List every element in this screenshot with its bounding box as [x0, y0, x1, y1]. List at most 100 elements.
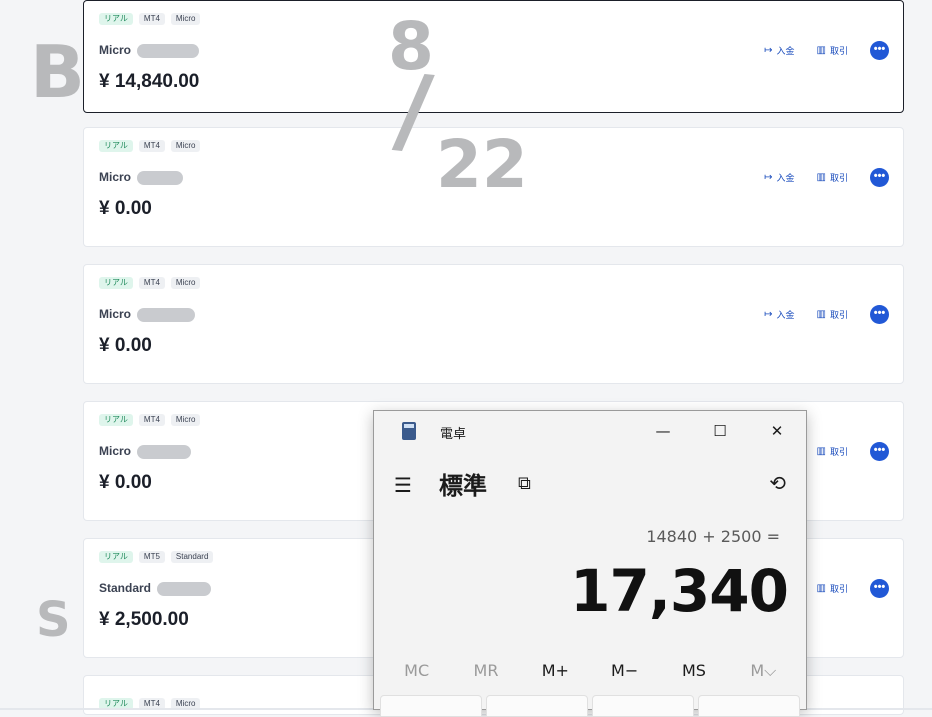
title-bar[interactable]: 電卓 — ☐ ✕	[374, 411, 806, 451]
trade-label: 取引	[829, 46, 848, 56]
trade-button[interactable]: ▥ 取引	[817, 171, 848, 184]
trade-label: 取引	[829, 173, 848, 183]
account-tags: リアル MT5 Standard	[99, 551, 214, 563]
tag-real: リアル	[99, 414, 133, 426]
account-name-label: Micro	[99, 170, 132, 184]
memory-subtract-button[interactable]: M−	[595, 661, 655, 681]
tag-type: Micro	[170, 13, 201, 25]
deposit-icon: ↦	[764, 45, 773, 56]
account-name: Micro	[99, 43, 200, 58]
account-name: Standard	[99, 581, 212, 596]
trade-label: 取引	[829, 584, 848, 594]
tag-type: Micro	[170, 414, 201, 426]
tag-platform: MT5	[138, 551, 165, 563]
trade-button[interactable]: ▥ 取引	[817, 445, 848, 458]
scribble-s: S	[36, 592, 71, 648]
trade-button[interactable]: ▥ 取引	[817, 44, 848, 57]
trade-label: 取引	[829, 310, 848, 320]
account-tags: リアル MT4 Micro	[99, 277, 201, 289]
account-card-2[interactable]: リアル MT4 Micro Micro ¥ 0.00 ↦ 入金 ▥ 取引 •••	[83, 127, 904, 247]
tag-type: Micro	[170, 140, 201, 152]
keypad	[380, 695, 800, 717]
trade-button[interactable]: ▥ 取引	[817, 582, 848, 595]
account-name-label: Micro	[99, 43, 132, 57]
minimize-button[interactable]: —	[648, 419, 678, 443]
account-card-3[interactable]: リアル MT4 Micro Micro ¥ 0.00 ↦ 入金 ▥ 取引 •••	[83, 264, 904, 384]
deposit-button[interactable]: ↦ 入金	[764, 44, 794, 57]
tag-type: Standard	[170, 551, 214, 563]
scribble-b: B	[30, 30, 85, 114]
mode-title: 標準	[439, 472, 487, 500]
more-options-button[interactable]: •••	[870, 579, 889, 598]
hamburger-menu-icon[interactable]: ☰	[394, 473, 412, 497]
deposit-icon: ↦	[764, 172, 773, 183]
bar-chart-icon: ▥	[816, 172, 826, 183]
account-actions: ▥ 取引 •••	[817, 579, 889, 598]
calculator-window[interactable]: 電卓 — ☐ ✕ ☰ 標準 ⧉ ⟲ 14840 + 2500 = 17,340 …	[373, 410, 807, 717]
more-options-button[interactable]: •••	[870, 442, 889, 461]
calculator-icon	[402, 422, 416, 440]
redacted-id	[157, 581, 212, 596]
bar-chart-icon: ▥	[816, 309, 826, 320]
account-name-label: Micro	[99, 307, 132, 321]
memory-add-button[interactable]: M+	[525, 661, 585, 681]
account-card-1[interactable]: リアル MT4 Micro Micro ¥ 14,840.00 ↦ 入金 ▥ 取引 …	[83, 0, 904, 113]
bar-chart-icon: ▥	[816, 583, 826, 594]
memory-recall-button[interactable]: MR	[456, 661, 516, 681]
memory-clear-button[interactable]: MC	[387, 661, 447, 681]
memory-buttons: MC MR M+ M− MS M⌵	[374, 661, 806, 681]
memory-store-button[interactable]: MS	[664, 661, 724, 681]
redacted-id	[137, 444, 192, 459]
account-tags: リアル MT4 Micro	[99, 140, 201, 152]
account-name-label: Standard	[99, 581, 152, 595]
keypad-key[interactable]	[698, 695, 800, 717]
more-options-button[interactable]: •••	[870, 41, 889, 60]
account-balance: ¥ 14,840.00	[99, 71, 200, 92]
deposit-button[interactable]: ↦ 入金	[764, 171, 794, 184]
tag-type: Micro	[170, 277, 201, 289]
account-tags: リアル MT4 Micro	[99, 414, 201, 426]
trade-label: 取引	[829, 447, 848, 457]
keypad-key[interactable]	[486, 695, 588, 717]
trade-button[interactable]: ▥ 取引	[817, 308, 848, 321]
tag-platform: MT4	[138, 414, 165, 426]
account-name: Micro	[99, 307, 196, 322]
result-display: 17,340	[570, 557, 789, 625]
keypad-key[interactable]	[592, 695, 694, 717]
tag-real: リアル	[99, 277, 133, 289]
tag-real: リアル	[99, 551, 133, 563]
close-button[interactable]: ✕	[762, 419, 792, 443]
window-title: 電卓	[440, 427, 467, 442]
keep-on-top-icon[interactable]: ⧉	[518, 473, 531, 494]
redacted-id	[137, 170, 184, 185]
account-actions: ▥ 取引 •••	[817, 442, 889, 461]
account-balance: ¥ 2,500.00	[99, 609, 189, 630]
bar-chart-icon: ▥	[816, 45, 826, 56]
deposit-label: 入金	[776, 310, 795, 320]
account-name: Micro	[99, 444, 192, 459]
account-balance: ¥ 0.00	[99, 198, 152, 219]
tag-real: リアル	[99, 140, 133, 152]
bar-chart-icon: ▥	[816, 446, 826, 457]
deposit-button[interactable]: ↦ 入金	[764, 308, 794, 321]
account-balance: ¥ 0.00	[99, 335, 152, 356]
maximize-button[interactable]: ☐	[705, 419, 735, 443]
account-tags: リアル MT4 Micro	[99, 13, 201, 25]
memory-list-button[interactable]: M⌵	[733, 661, 793, 681]
account-actions: ↦ 入金 ▥ 取引 •••	[764, 41, 889, 60]
redacted-id	[137, 43, 200, 58]
account-name: Micro	[99, 170, 184, 185]
history-icon[interactable]: ⟲	[769, 471, 786, 495]
more-options-button[interactable]: •••	[870, 168, 889, 187]
tag-platform: MT4	[138, 13, 165, 25]
tag-platform: MT4	[138, 277, 165, 289]
account-actions: ↦ 入金 ▥ 取引 •••	[764, 305, 889, 324]
redacted-id	[137, 307, 196, 322]
account-actions: ↦ 入金 ▥ 取引 •••	[764, 168, 889, 187]
deposit-icon: ↦	[764, 309, 773, 320]
account-name-label: Micro	[99, 444, 132, 458]
more-options-button[interactable]: •••	[870, 305, 889, 324]
expression-display: 14840 + 2500 =	[646, 527, 780, 546]
account-balance: ¥ 0.00	[99, 472, 152, 493]
keypad-key[interactable]	[380, 695, 482, 717]
